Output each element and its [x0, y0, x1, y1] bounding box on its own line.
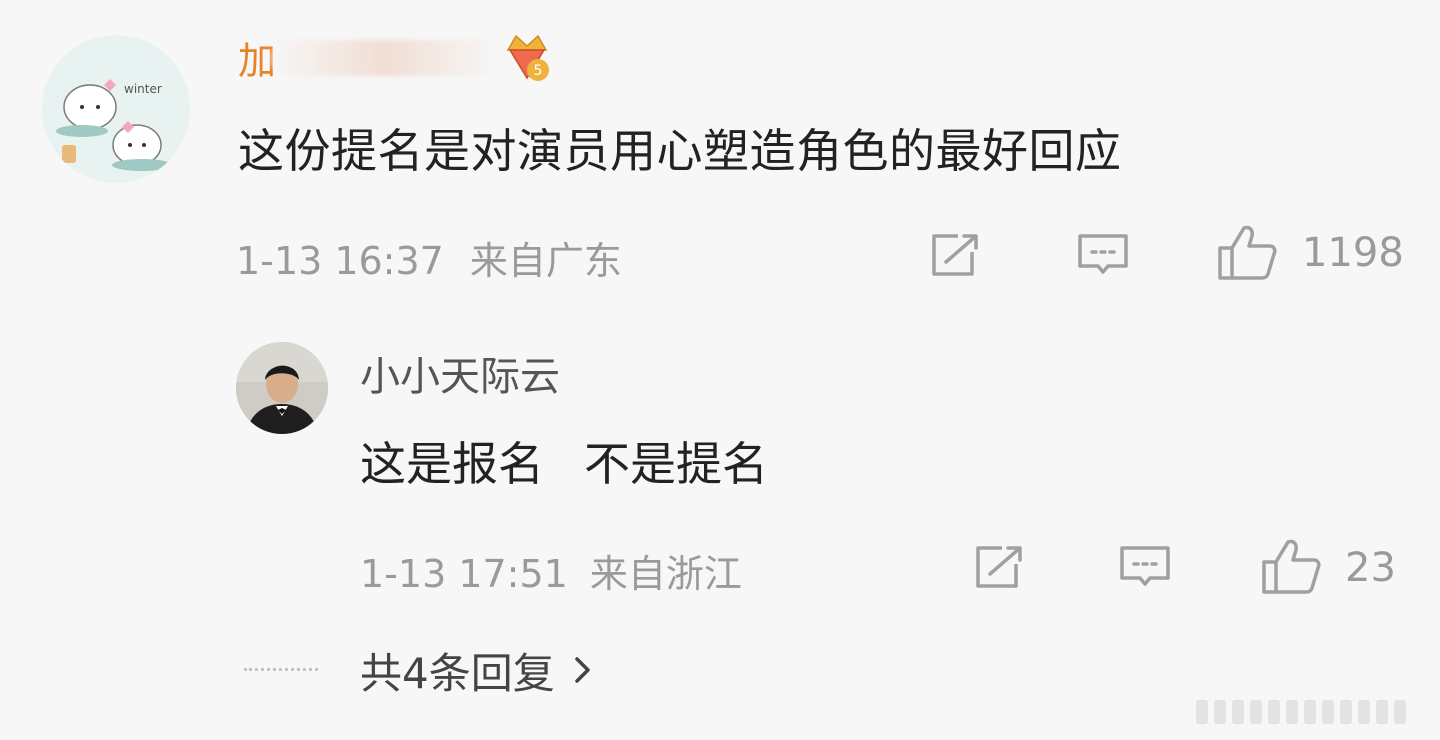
- view-more-replies-link[interactable]: 共4条回复: [360, 640, 593, 701]
- like-count: 1198: [1302, 230, 1404, 276]
- reply-avatar[interactable]: [236, 342, 328, 434]
- more-replies-label: 共4条回复: [360, 649, 555, 698]
- reply-text: 这是报名 不是提名: [360, 428, 768, 494]
- reply-like-count: 23: [1345, 545, 1396, 591]
- reply-time: 1-13 17:51: [360, 552, 568, 596]
- commenter-avatar[interactable]: winter: [42, 35, 190, 183]
- hello-kitty-avatar-icon: winter: [42, 35, 190, 183]
- share-icon[interactable]: [928, 232, 982, 282]
- like-icon[interactable]: [1260, 536, 1322, 600]
- share-icon[interactable]: [972, 544, 1026, 594]
- reply-meta: 1-13 17:51 来自浙江: [360, 543, 742, 598]
- comment-meta: 1-13 16:37 来自广东: [236, 230, 622, 285]
- svg-text:winter: winter: [124, 82, 162, 96]
- comment-text: 这份提名是对演员用心塑造角色的最好回应: [238, 124, 1122, 178]
- reply-text-part: 不是提名: [584, 437, 768, 491]
- like-icon[interactable]: [1216, 222, 1278, 286]
- badge-level: 5: [534, 63, 543, 79]
- comment-icon[interactable]: [1076, 232, 1130, 282]
- person-avatar-icon: [236, 342, 328, 434]
- chevron-right-icon: [573, 646, 593, 695]
- watermark: [1196, 700, 1426, 726]
- comment-time: 1-13 16:37: [236, 239, 444, 283]
- reply-username[interactable]: 小小天际云: [360, 344, 560, 402]
- comment-icon[interactable]: [1118, 544, 1172, 594]
- reply-thread-divider: [244, 668, 318, 671]
- reply-text-part: 这是报名: [360, 437, 544, 491]
- reply-location: 来自浙江: [589, 552, 742, 596]
- username-blur-mask: [270, 40, 500, 76]
- comment-location: 来自广东: [469, 239, 622, 283]
- crown-badge-icon: 5: [500, 30, 554, 84]
